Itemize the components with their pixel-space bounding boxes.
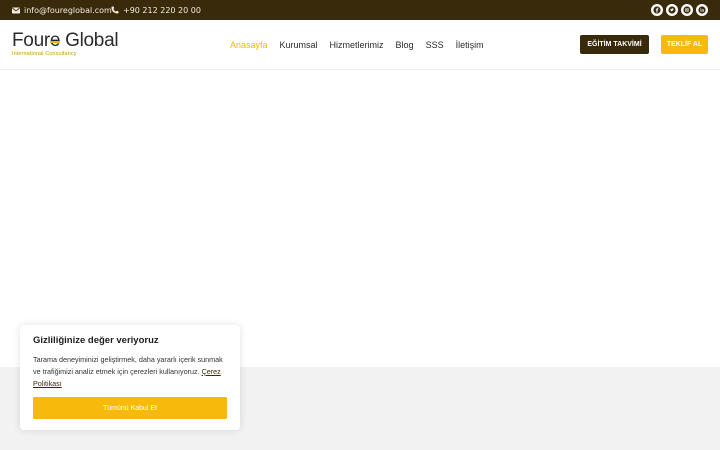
logo-text-part1: Four bbox=[12, 30, 50, 51]
main-nav: Anasayfa Kurumsal Hizmetlerimiz Blog SSS… bbox=[230, 40, 484, 50]
nav-item-hizmetlerimiz[interactable]: Hizmetlerimiz bbox=[330, 40, 384, 50]
cookie-message: Tarama deneyiminizi geliştirmek, daha ya… bbox=[33, 354, 229, 390]
phone-contact[interactable]: +90 212 220 20 00 bbox=[111, 0, 201, 20]
nav-item-sss[interactable]: SSS bbox=[426, 40, 444, 50]
email-contact[interactable]: info@foureglobal.com bbox=[12, 0, 112, 20]
logo-subtitle: International Consultancy bbox=[12, 51, 77, 57]
cookie-consent-dialog: Gizliliğinize değer veriyoruz Tarama den… bbox=[20, 325, 240, 430]
top-bar: info@foureglobal.com +90 212 220 20 00 bbox=[0, 0, 720, 20]
nav-item-anasayfa[interactable]: Anasayfa bbox=[230, 40, 268, 50]
cookie-message-text: Tarama deneyiminizi geliştirmek, daha ya… bbox=[33, 355, 223, 376]
logo-wordmark: Foure Global bbox=[12, 30, 119, 51]
twitter-icon[interactable] bbox=[666, 4, 678, 16]
nav-item-iletisim[interactable]: İletişim bbox=[456, 40, 484, 50]
logo-text-part3: Global bbox=[60, 30, 119, 51]
logo-accent-letter: e bbox=[49, 31, 60, 51]
phone-icon bbox=[111, 6, 119, 14]
site-header: Foure Global International Consultancy A… bbox=[0, 20, 720, 70]
training-calendar-button[interactable]: EĞİTİM TAKVİMİ bbox=[580, 35, 649, 54]
nav-item-blog[interactable]: Blog bbox=[396, 40, 414, 50]
accept-all-cookies-button[interactable]: Tümünü Kabul Et bbox=[33, 397, 227, 419]
get-quote-button[interactable]: TEKLİF AL bbox=[661, 35, 708, 54]
social-links bbox=[651, 4, 708, 16]
cookie-title: Gizliliğinize değer veriyoruz bbox=[33, 335, 159, 346]
instagram-icon[interactable] bbox=[681, 4, 693, 16]
nav-item-kurumsal[interactable]: Kurumsal bbox=[280, 40, 318, 50]
email-text[interactable]: info@foureglobal.com bbox=[24, 6, 112, 15]
facebook-icon[interactable] bbox=[651, 4, 663, 16]
phone-text[interactable]: +90 212 220 20 00 bbox=[123, 6, 201, 15]
hero-area bbox=[0, 71, 720, 367]
logo[interactable]: Foure Global International Consultancy bbox=[12, 30, 119, 58]
envelope-icon bbox=[12, 7, 20, 14]
linkedin-icon[interactable] bbox=[696, 4, 708, 16]
